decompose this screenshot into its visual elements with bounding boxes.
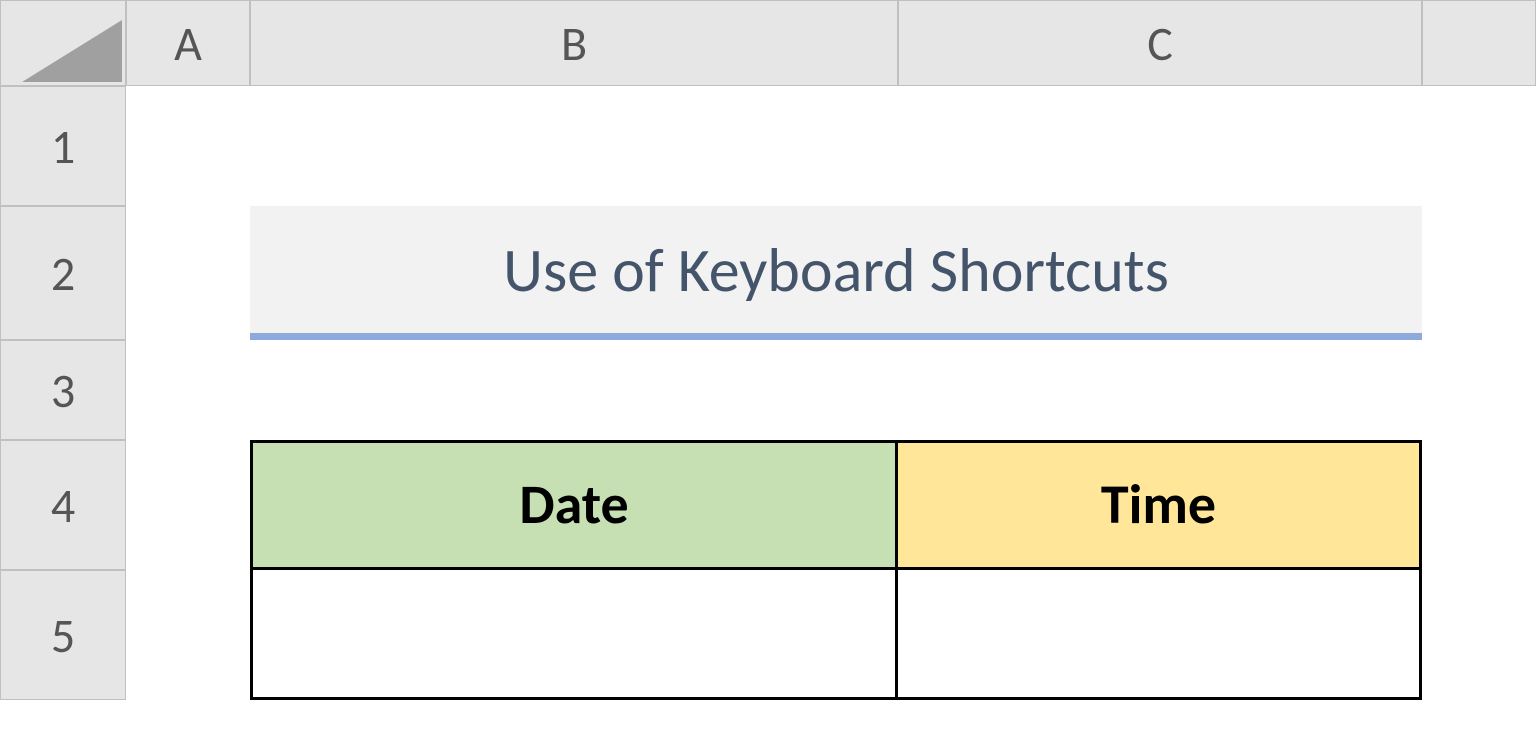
cell-d2-edge[interactable] bbox=[1422, 206, 1536, 340]
cell-d4-edge[interactable] bbox=[1422, 440, 1536, 570]
row-header-1[interactable]: 1 bbox=[0, 86, 126, 206]
cell-d3-edge[interactable] bbox=[1422, 340, 1536, 440]
cell-a4[interactable] bbox=[126, 440, 250, 570]
cell-b5-date[interactable] bbox=[250, 570, 898, 700]
row-header-2[interactable]: 2 bbox=[0, 206, 126, 340]
col-header-b[interactable]: B bbox=[250, 0, 898, 86]
col-header-c[interactable]: C bbox=[898, 0, 1422, 86]
row-header-3[interactable]: 3 bbox=[0, 340, 126, 440]
row-header-4[interactable]: 4 bbox=[0, 440, 126, 570]
cell-a2[interactable] bbox=[126, 206, 250, 340]
cell-a3[interactable] bbox=[126, 340, 250, 440]
cell-d1[interactable] bbox=[1422, 86, 1536, 206]
page-title: Use of Keyboard Shortcuts bbox=[250, 206, 1422, 340]
title-merged-cell[interactable]: Use of Keyboard Shortcuts bbox=[250, 206, 1422, 340]
cell-a1[interactable] bbox=[126, 86, 250, 206]
cell-c3[interactable] bbox=[898, 340, 1422, 440]
cell-d5-edge[interactable] bbox=[1422, 570, 1536, 700]
cell-a5[interactable] bbox=[126, 570, 250, 700]
select-all-corner[interactable] bbox=[0, 0, 126, 86]
table-header-date[interactable]: Date bbox=[250, 440, 898, 570]
cell-c5-time[interactable] bbox=[898, 570, 1422, 700]
cell-b1[interactable] bbox=[250, 86, 898, 206]
cell-b3[interactable] bbox=[250, 340, 898, 440]
cell-c1[interactable] bbox=[898, 86, 1422, 206]
col-header-extra[interactable] bbox=[1422, 0, 1536, 86]
spreadsheet-grid: A B C 1 2 Use of Keyboard Shortcuts 3 4 … bbox=[0, 0, 1536, 700]
table-header-time[interactable]: Time bbox=[898, 440, 1422, 570]
col-header-a[interactable]: A bbox=[126, 0, 250, 86]
row-header-5[interactable]: 5 bbox=[0, 570, 126, 700]
